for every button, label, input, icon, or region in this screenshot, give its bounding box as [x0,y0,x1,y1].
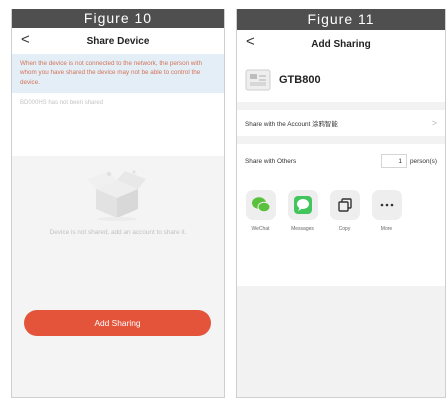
divider [237,102,445,110]
figure-caption: Figure 11 [237,9,445,30]
not-shared-text: BD000HS has not been shared [20,100,104,107]
back-button[interactable]: < [21,31,30,48]
share-others-row: Share with Others 1 person(s) [237,144,445,178]
chevron-right-icon: > [431,118,437,128]
figure-11-panel: Figure 11 < Add Sharing GTB800 Share wit… [236,9,446,398]
share-apps: WeChat Messages Copy More [237,178,445,232]
figure-caption: Figure 10 [12,9,224,28]
page-title: Add Sharing [311,38,371,50]
messages-icon [287,190,318,220]
network-warning: When the device is not connected to the … [12,54,224,94]
nav-bar: < Share Device [12,28,224,54]
share-copy[interactable]: Copy [327,190,362,232]
back-button[interactable]: < [246,33,255,50]
figure-10-panel: Figure 10 < Share Device When the device… [11,9,225,398]
person-count-stepper: 1 person(s) [381,154,437,168]
share-wechat[interactable]: WeChat [243,190,278,232]
app-label: Messages [291,226,314,232]
app-label: WeChat [251,226,270,232]
empty-message: Device is not shared, add an account to … [49,229,187,236]
more-icon [371,190,402,220]
share-account-label: Share with the Account 涂鸦智能 [245,120,338,128]
share-account-row[interactable]: Share with the Account 涂鸦智能 > [237,110,445,136]
share-more[interactable]: More [369,190,404,232]
add-sharing-button[interactable]: Add Sharing [24,310,211,336]
device-header: GTB800 [237,58,445,102]
page-title: Share Device [86,35,150,47]
divider [237,136,445,144]
wechat-icon [245,190,276,220]
device-icon [245,69,271,91]
device-name: GTB800 [279,74,321,86]
share-messages[interactable]: Messages [285,190,320,232]
person-count-input[interactable]: 1 [381,154,407,168]
nav-bar: < Add Sharing [237,30,445,58]
empty-area [237,286,445,397]
person-unit-label: person(s) [410,157,437,165]
copy-icon [329,190,360,220]
app-label: More [380,226,393,232]
empty-box-icon [88,170,146,221]
app-label: Copy [338,226,351,232]
share-others-label: Share with Others [245,157,297,165]
